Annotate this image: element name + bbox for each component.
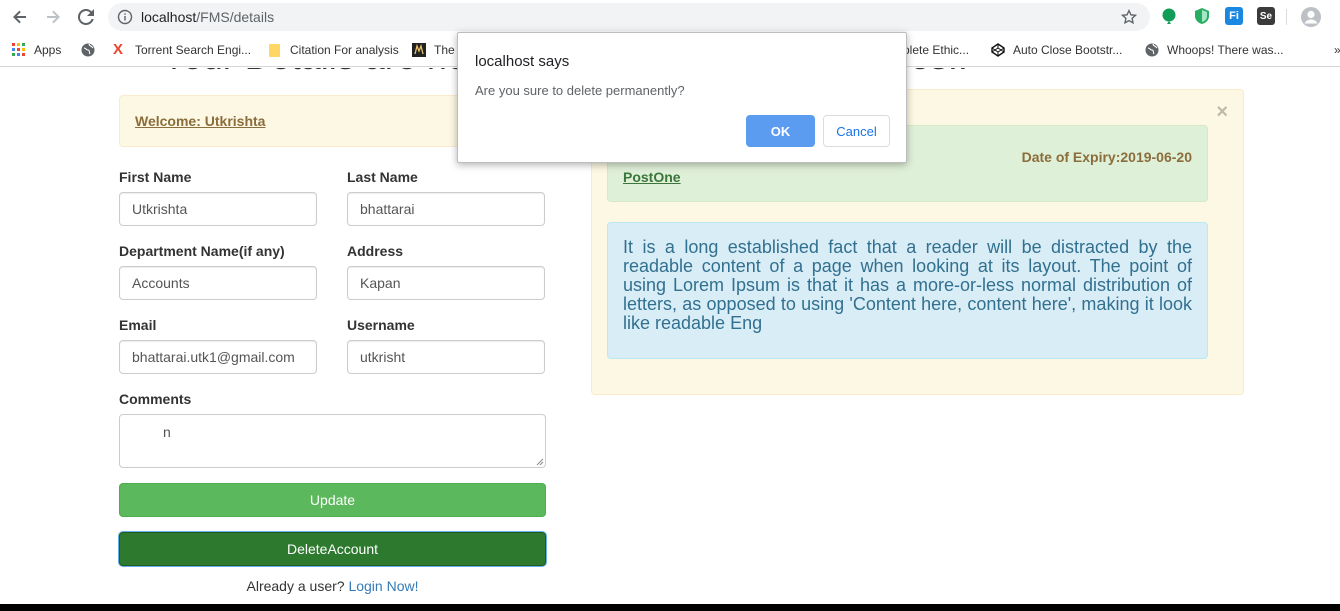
update-button[interactable]: Update [119, 483, 546, 517]
comments-label: Comments [119, 391, 192, 407]
post-expiry-date: Date of Expiry:2019-06-20 [1021, 149, 1192, 165]
bookmark-label: plete Ethic... [903, 43, 970, 57]
dialog-title: localhost says [475, 53, 570, 70]
bookmark-star-icon[interactable] [1120, 8, 1138, 26]
department-label: Department Name(if any) [119, 243, 285, 259]
email-input[interactable]: bhattarai.utk1@gmail.com [119, 340, 317, 374]
username-input[interactable]: utkrisht [347, 340, 545, 374]
bookmark-ethic[interactable]: plete Ethic... [903, 41, 969, 59]
login-link[interactable]: Login Now! [348, 578, 418, 594]
arrow-left-icon [13, 10, 26, 24]
address-bar[interactable]: localhost/FMS/details [108, 3, 1150, 31]
forward-button[interactable] [41, 5, 65, 29]
url-host: localhost [141, 9, 197, 25]
bookmark-globe[interactable] [81, 41, 103, 59]
bookmarks-overflow[interactable]: » [1334, 41, 1340, 59]
green-drop-extension-icon[interactable] [1160, 7, 1178, 25]
arrow-right-icon [47, 10, 60, 24]
globe-icon [81, 43, 95, 57]
login-prompt: Already a user? Login Now! [0, 578, 665, 594]
browser-toolbar: localhost/FMS/details Fi Se [0, 0, 1340, 34]
bookmark-autoclose[interactable]: Auto Close Bootstr... [991, 41, 1122, 59]
address-label: Address [347, 243, 404, 259]
fi-extension-icon[interactable]: Fi [1225, 7, 1243, 25]
ok-button[interactable]: OK [746, 115, 815, 147]
bookmark-whoops[interactable]: Whoops! There was... [1145, 41, 1284, 59]
bookmark-label: Auto Close Bootstr... [1013, 43, 1123, 57]
bookmark-apps[interactable]: Apps [12, 41, 61, 59]
post-body-box: It is a long established fact that a rea… [607, 222, 1208, 359]
last-name-input[interactable]: bhattarai [347, 192, 545, 226]
bookmark-label: The [434, 43, 455, 57]
email-label: Email [119, 317, 157, 333]
bookmark-label: Citation For analysis [290, 43, 399, 57]
selenium-extension-icon[interactable]: Se [1257, 7, 1275, 25]
x-logo-icon: X [113, 41, 124, 58]
bookmark-torrent[interactable]: X Torrent Search Engi... [113, 41, 251, 59]
bookmark-label: Torrent Search Engi... [135, 43, 252, 57]
shield-extension-icon[interactable] [1193, 7, 1211, 25]
bookmark-the[interactable]: The [412, 41, 455, 59]
cancel-button[interactable]: Cancel [823, 115, 890, 147]
last-name-label: Last Name [347, 169, 418, 185]
bookmark-citation[interactable]: Citation For analysis [268, 41, 399, 59]
reload-icon [77, 8, 94, 25]
address-input[interactable]: Kapan [347, 266, 545, 300]
globe-icon [1145, 43, 1159, 57]
folder-icon [269, 44, 280, 57]
delete-account-button[interactable]: DeleteAccount [119, 532, 546, 566]
username-label: Username [347, 317, 415, 333]
profile-avatar-icon[interactable] [1300, 6, 1322, 28]
department-input[interactable]: Accounts [119, 266, 317, 300]
apps-grid-icon [12, 43, 25, 56]
taskbar-edge [0, 604, 1340, 611]
post-body-text: It is a long established fact that a rea… [623, 237, 1192, 333]
site-favicon [412, 43, 426, 57]
url-path: /FMS/details [196, 9, 275, 25]
back-button[interactable] [8, 5, 32, 29]
bookmark-label: Whoops! There was... [1167, 43, 1284, 57]
resize-grip-icon[interactable] [535, 457, 544, 466]
first-name-label: First Name [119, 169, 192, 185]
url-text[interactable]: localhost/FMS/details [141, 9, 274, 25]
welcome-link[interactable]: Welcome: Utkrishta [135, 113, 265, 129]
first-name-input[interactable]: Utkrishta [119, 192, 317, 226]
comments-text: n [163, 424, 171, 440]
confirm-dialog: localhost says Are you sure to delete pe… [457, 32, 907, 163]
post-title-link[interactable]: PostOne [623, 169, 681, 185]
info-icon[interactable] [117, 9, 133, 25]
toolbar-divider [1286, 9, 1287, 25]
reload-button[interactable] [74, 5, 98, 29]
login-prompt-text: Already a user? [246, 578, 345, 594]
page-title-text: Your Details are here [162, 68, 499, 77]
codepen-icon [991, 43, 1005, 57]
comments-textarea[interactable]: n [119, 414, 546, 468]
bookmark-label: Apps [34, 43, 62, 57]
dialog-message: Are you sure to delete permanently? [475, 83, 685, 98]
close-icon[interactable]: × [1216, 102, 1228, 122]
